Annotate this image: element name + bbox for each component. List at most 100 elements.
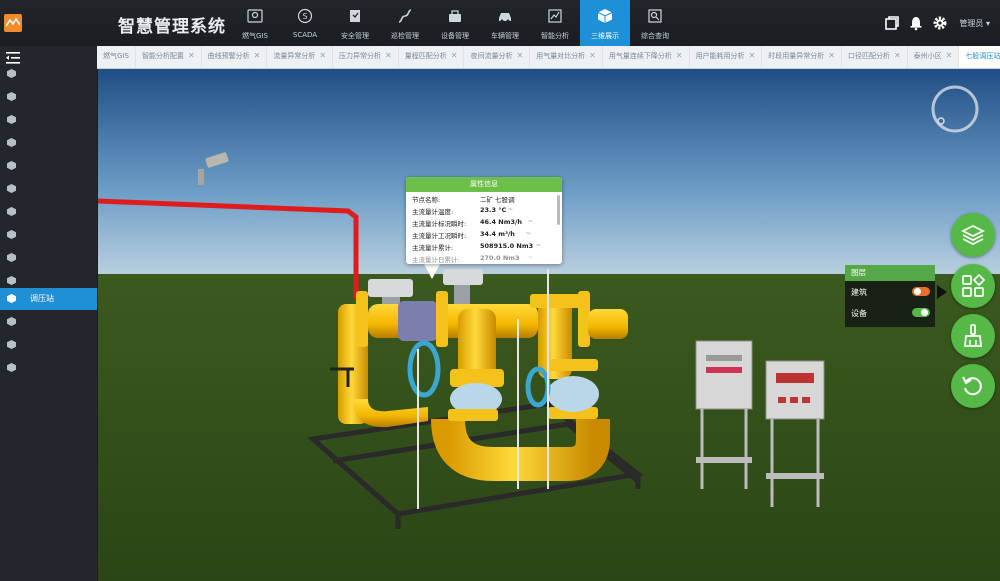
trend-icon[interactable]: ~ bbox=[528, 254, 533, 261]
tab[interactable]: 时段用量异常分析 ✕ bbox=[762, 46, 842, 68]
close-icon[interactable]: ✕ bbox=[828, 51, 835, 60]
tab[interactable]: 夜间流量分析 ✕ bbox=[464, 46, 531, 68]
sidebar-item[interactable] bbox=[0, 178, 97, 200]
nav-item-3d[interactable]: 三维展示 bbox=[580, 0, 630, 46]
top-bar: 智慧管理系统 燃气GIS S SCADA 安全管理 巡检管理 设备管理 车辆管理 bbox=[0, 0, 1000, 47]
attribute-popup[interactable]: 属性信息 节点名称: 二矿 七股调 主流量计温度: 23.3 °C ~ 主流量计标况瞬… bbox=[406, 177, 562, 264]
nav-item-safety[interactable]: 安全管理 bbox=[330, 0, 380, 46]
popup-row: 主流量计工况瞬时: 34.4 m³/h ~ bbox=[406, 228, 562, 240]
close-icon[interactable]: ✕ bbox=[516, 51, 523, 60]
tab-label: 智能分析配置 bbox=[141, 52, 184, 60]
trend-icon[interactable]: ~ bbox=[528, 218, 533, 225]
tab[interactable]: 用气量对比分析 ✕ bbox=[530, 46, 603, 68]
nav-item-inspection[interactable]: 巡检管理 bbox=[380, 0, 430, 46]
popup-value: 270.0 Nm3 bbox=[480, 254, 520, 262]
close-icon[interactable]: ✕ bbox=[319, 51, 326, 60]
popup-value: 46.4 Nm3/h bbox=[480, 218, 523, 226]
nav-item-gis[interactable]: 燃气GIS bbox=[230, 0, 280, 46]
tab[interactable]: 用户能耗用分析 ✕ bbox=[690, 46, 763, 68]
sidebar-item[interactable] bbox=[0, 63, 97, 85]
sidebar-item[interactable] bbox=[0, 109, 97, 131]
app-logo-icon[interactable] bbox=[4, 14, 22, 32]
close-icon[interactable]: ✕ bbox=[589, 51, 596, 60]
layers-button[interactable] bbox=[951, 213, 995, 257]
tab[interactable]: 曲线预警分析 ✕ bbox=[202, 46, 268, 68]
close-icon[interactable]: ✕ bbox=[451, 51, 458, 60]
popup-row: 主流量计标况瞬时: 46.4 Nm3/h ~ bbox=[406, 216, 562, 228]
tab[interactable]: 燃气GIS bbox=[97, 46, 136, 68]
tab[interactable]: 量程匹配分析 ✕ bbox=[399, 46, 465, 68]
close-icon[interactable]: ✕ bbox=[676, 51, 683, 60]
sidebar-item-station[interactable]: 调压站 bbox=[0, 288, 97, 310]
gear-icon[interactable] bbox=[932, 15, 948, 31]
trend-icon[interactable]: ~ bbox=[526, 230, 531, 237]
grid-apps-icon bbox=[962, 274, 985, 297]
analysis-icon bbox=[548, 9, 562, 23]
tab[interactable]: 智能分析配置 ✕ bbox=[136, 46, 202, 68]
close-icon[interactable]: ✕ bbox=[894, 51, 901, 60]
tab[interactable]: 口径匹配分析 ✕ bbox=[842, 46, 908, 68]
sidebar-item[interactable] bbox=[0, 311, 97, 333]
nav-item-analysis[interactable]: 智能分析 bbox=[530, 0, 580, 46]
clear-button[interactable] bbox=[951, 314, 995, 358]
sidebar-item[interactable] bbox=[0, 132, 97, 154]
popup-title: 属性信息 bbox=[406, 177, 562, 192]
close-icon[interactable]: ✕ bbox=[385, 51, 392, 60]
tab[interactable]: 压力异常分析 ✕ bbox=[333, 46, 399, 68]
reset-view-button[interactable] bbox=[951, 364, 995, 408]
sidebar-item[interactable] bbox=[0, 247, 97, 269]
nav-item-scada[interactable]: S SCADA bbox=[280, 0, 330, 46]
popup-row: 节点名称: 二矿 七股调 bbox=[406, 192, 562, 204]
popup-key: 节点名称: bbox=[412, 196, 441, 204]
popup-key: 主流量计标况瞬时: bbox=[412, 220, 467, 228]
popup-row: 主流量计累计: 508915.0 Nm3 ~ bbox=[406, 240, 562, 252]
sidebar-item[interactable] bbox=[0, 224, 97, 246]
tab-label: 用气量连续下降分析 bbox=[608, 52, 672, 60]
user-menu[interactable]: 管理员 ▾ bbox=[959, 18, 990, 29]
popup-scrollbar[interactable] bbox=[557, 195, 560, 225]
tab-active[interactable]: 七股调压站✕ bbox=[959, 46, 1000, 68]
tab[interactable]: 用气量连续下降分析 ✕ bbox=[603, 46, 690, 68]
popup-row: 主流量计温度: 23.3 °C ~ bbox=[406, 204, 562, 216]
bell-icon[interactable] bbox=[908, 15, 924, 31]
close-icon[interactable]: ✕ bbox=[749, 51, 756, 60]
trend-icon[interactable]: ~ bbox=[536, 242, 541, 249]
trend-icon[interactable]: ~ bbox=[508, 206, 513, 213]
nav-item-query[interactable]: 综合查询 bbox=[630, 0, 680, 46]
sidebar-item[interactable] bbox=[0, 334, 97, 356]
popup-value: 34.4 m³/h bbox=[480, 230, 515, 238]
cube-icon bbox=[7, 138, 16, 147]
cube-icon bbox=[7, 161, 16, 170]
cube-icon bbox=[7, 184, 16, 193]
device-icon bbox=[449, 10, 461, 22]
close-icon[interactable]: ✕ bbox=[946, 51, 953, 60]
tab-label: 曲线预警分析 bbox=[207, 52, 250, 60]
tab-label: 夜间流量分析 bbox=[470, 52, 513, 60]
sidebar-item[interactable] bbox=[0, 155, 97, 177]
sidebar-item[interactable] bbox=[0, 357, 97, 379]
cube-icon bbox=[7, 253, 16, 262]
nav-item-vehicle[interactable]: 车辆管理 bbox=[480, 0, 530, 46]
sidebar: 调压站 bbox=[0, 46, 97, 581]
close-icon[interactable]: ✕ bbox=[188, 51, 195, 60]
tab-label: 用户能耗用分析 bbox=[695, 52, 745, 60]
window-icon[interactable] bbox=[884, 15, 900, 31]
building-layer-toggle[interactable] bbox=[912, 287, 930, 296]
query-icon bbox=[648, 9, 662, 23]
tab[interactable]: 流量异常分析 ✕ bbox=[267, 46, 334, 68]
sidebar-item[interactable] bbox=[0, 201, 97, 223]
cube-icon bbox=[7, 92, 16, 101]
nav-item-device[interactable]: 设备管理 bbox=[430, 0, 480, 46]
top-right-tools bbox=[884, 15, 948, 31]
main-nav: 燃气GIS S SCADA 安全管理 巡检管理 设备管理 车辆管理 智能分析 三 bbox=[230, 0, 680, 46]
app-title: 智慧管理系统 bbox=[118, 17, 226, 37]
close-icon[interactable]: ✕ bbox=[254, 51, 261, 60]
nav-label: 综合查询 bbox=[641, 32, 669, 40]
device-layer-toggle[interactable] bbox=[912, 308, 930, 317]
components-button[interactable] bbox=[951, 264, 995, 308]
broom-icon bbox=[964, 324, 982, 347]
popup-key: 主流量计工况瞬时: bbox=[412, 232, 467, 240]
tab[interactable]: 泰州小区 ✕ bbox=[908, 46, 960, 68]
sidebar-item[interactable] bbox=[0, 86, 97, 108]
tab-label: 用气量对比分析 bbox=[536, 52, 586, 60]
